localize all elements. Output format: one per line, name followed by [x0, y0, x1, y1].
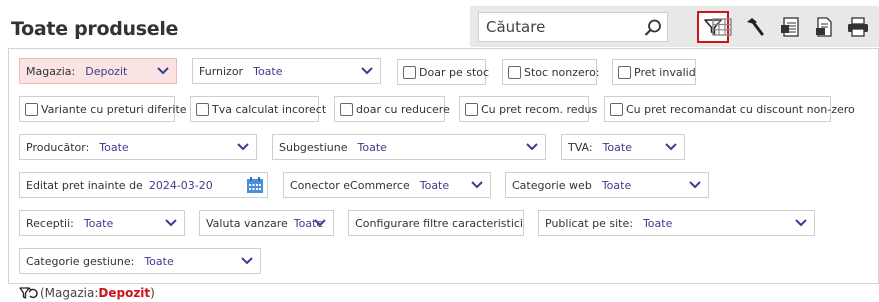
receptii-label: Receptii:	[26, 216, 74, 230]
categorie-gestiune-label: Categorie gestiune:	[26, 254, 135, 268]
subgestiune-label: Subgestiune	[279, 140, 348, 154]
reset-filter-icon[interactable]	[19, 286, 39, 300]
checkbox-box[interactable]	[465, 102, 478, 116]
chevron-down-icon	[314, 219, 326, 227]
document-icon	[816, 17, 832, 37]
export-excel-button[interactable]	[774, 11, 806, 43]
tva-calculat-label: Tva calculat incorect	[212, 102, 327, 116]
cu-pret-discount-label: Cu pret recomandat cu discount non-zero	[626, 102, 855, 116]
tools-button[interactable]	[738, 11, 770, 43]
furnizor-select[interactable]: Furnizor Toate	[192, 58, 381, 84]
checkbox-box[interactable]	[508, 65, 521, 79]
variante-label: Variante cu preturi diferite	[41, 102, 187, 116]
page-title: Toate produsele	[11, 18, 179, 40]
editat-date-field[interactable]: Editat pret inainte de 2024-03-20	[19, 172, 268, 198]
gear-icon	[353, 222, 354, 224]
chevron-down-icon	[471, 181, 483, 189]
cu-pret-recom-checkbox[interactable]: Cu pret recom. redus	[459, 96, 597, 122]
chevron-down-icon	[689, 181, 701, 189]
chevron-down-icon	[795, 219, 807, 227]
pret-invalid-checkbox[interactable]: Pret invalid	[612, 59, 696, 85]
doar-reducere-label: doar cu reducere	[356, 102, 450, 116]
doar-pe-stoc-label: Doar pe stoc	[419, 65, 490, 79]
furnizor-value: Toate	[253, 64, 283, 78]
producator-label: Producător:	[26, 140, 90, 154]
cu-pret-discount-checkbox[interactable]: Cu pret recomandat cu discount non-zero	[604, 96, 855, 122]
publicat-label: Publicat pe site:	[545, 216, 633, 230]
receptii-select[interactable]: Receptii: Toate	[19, 210, 185, 236]
print-icon	[848, 17, 868, 37]
tva-select[interactable]: TVA: Toate	[561, 134, 685, 160]
producator-select[interactable]: Producător: Toate	[19, 134, 257, 160]
publicat-select[interactable]: Publicat pe site: Toate	[538, 210, 815, 236]
stoc-nonzero-label: Stoc nonzero:	[524, 65, 600, 79]
calendar-icon[interactable]	[246, 176, 264, 194]
hammer-icon	[747, 18, 764, 36]
chevron-down-icon	[241, 257, 253, 265]
valuta-select[interactable]: Valuta vanzare Toate	[199, 210, 334, 236]
furnizor-label: Furnizor	[199, 64, 244, 78]
magazia-value: Depozit	[85, 64, 128, 78]
checkbox-box[interactable]	[403, 65, 416, 79]
conector-label: Conector eCommerce	[290, 178, 410, 192]
editat-label: Editat pret inainte de	[26, 178, 143, 192]
categorie-web-label: Categorie web	[512, 178, 592, 192]
export-document-button[interactable]	[808, 11, 840, 43]
checkbox-box[interactable]	[610, 102, 623, 116]
toolbar	[470, 6, 879, 47]
grid-button[interactable]	[706, 11, 738, 43]
search-box	[478, 12, 668, 42]
categorie-gestiune-select[interactable]: Categorie gestiune: Toate	[19, 248, 261, 274]
cu-pret-recom-label: Cu pret recom. redus	[481, 102, 598, 116]
doar-reducere-checkbox[interactable]: doar cu reducere	[334, 96, 450, 122]
footer-suffix: )	[150, 286, 155, 300]
footer-value[interactable]: Depozit	[98, 286, 150, 300]
magazia-label: Magazia:	[26, 64, 76, 78]
editat-value: 2024-03-20	[148, 178, 213, 192]
valuta-label: Valuta vanzare	[206, 216, 288, 230]
categorie-web-value: Toate	[601, 178, 632, 192]
search-input[interactable]	[479, 13, 639, 41]
configurare-filtre-button[interactable]: Configurare filtre caracteristici	[348, 210, 524, 236]
tva-label: TVA:	[568, 140, 593, 154]
checkbox-box[interactable]	[340, 102, 353, 116]
stoc-nonzero-checkbox[interactable]: Stoc nonzero:	[502, 59, 600, 85]
checkbox-box[interactable]	[25, 102, 38, 116]
subgestiune-value: Toate	[357, 140, 387, 154]
chevron-down-icon	[165, 219, 177, 227]
spreadsheet-icon	[781, 17, 799, 37]
categorie-gestiune-value: Toate	[144, 254, 174, 268]
subgestiune-select[interactable]: Subgestiune Toate	[272, 134, 546, 160]
pret-invalid-label: Pret invalid	[634, 65, 696, 79]
chevron-down-icon	[237, 143, 249, 151]
tva-value: Toate	[602, 140, 632, 154]
conector-value: Toate	[419, 178, 450, 192]
chevron-down-icon	[157, 67, 169, 75]
producator-value: Toate	[99, 140, 129, 154]
print-button[interactable]	[842, 11, 874, 43]
variante-checkbox[interactable]: Variante cu preturi diferite	[19, 96, 187, 122]
chevron-down-icon	[665, 143, 677, 151]
checkbox-box[interactable]	[196, 102, 209, 116]
checkbox-box[interactable]	[618, 65, 631, 79]
categorie-web-select[interactable]: Categorie web Toate	[505, 172, 709, 198]
configurare-label: Configurare filtre caracteristici	[355, 216, 523, 230]
grid-icon	[712, 18, 732, 36]
publicat-value: Toate	[642, 216, 673, 230]
active-filters-summary: (Magazia: Depozit)	[19, 286, 155, 300]
chevron-down-icon	[361, 67, 373, 75]
conector-select[interactable]: Conector eCommerce Toate	[283, 172, 491, 198]
search-icon[interactable]	[643, 18, 663, 38]
receptii-value: Toate	[83, 216, 114, 230]
doar-pe-stoc-checkbox[interactable]: Doar pe stoc	[397, 59, 490, 85]
chevron-down-icon	[526, 143, 538, 151]
tva-calculat-checkbox[interactable]: Tva calculat incorect	[190, 96, 326, 122]
magazia-select[interactable]: Magazia: Depozit	[19, 58, 177, 84]
footer-prefix: (Magazia:	[40, 286, 99, 300]
